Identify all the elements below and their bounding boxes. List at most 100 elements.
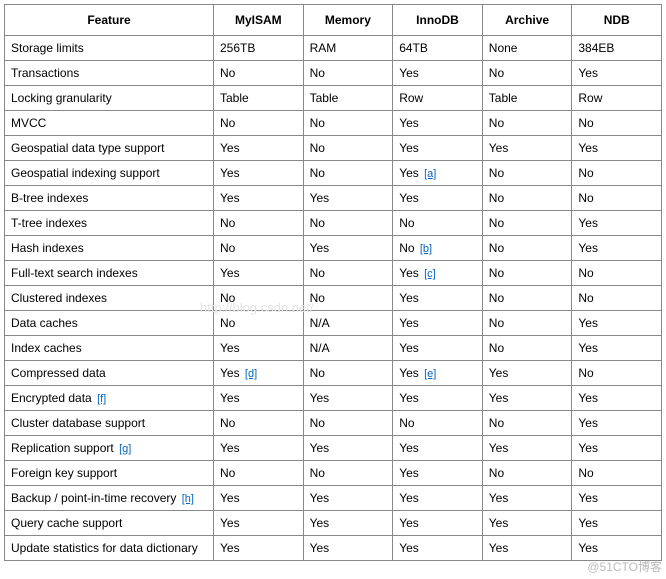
footnote-link[interactable]: [g] xyxy=(119,443,131,455)
cell-value: No xyxy=(578,466,593,480)
cell-value: Yes xyxy=(220,166,240,180)
footnote-link[interactable]: [a] xyxy=(424,168,436,180)
cell-value: Row xyxy=(578,91,602,105)
value-cell: No xyxy=(482,211,572,236)
table-row: Index cachesYesN/AYesNoYes xyxy=(5,336,662,361)
cell-value: Yes xyxy=(310,191,330,205)
value-cell: No xyxy=(303,211,393,236)
cell-value: Table xyxy=(220,91,249,105)
table-row: Hash indexesNoYesNo [b]NoYes xyxy=(5,236,662,261)
col-feature: Feature xyxy=(5,5,214,36)
feature-cell: Data caches xyxy=(5,311,214,336)
table-row: Update statistics for data dictionary Yes… xyxy=(5,536,662,561)
value-cell: Yes xyxy=(393,386,483,411)
cell-value: No xyxy=(578,116,593,130)
cell-value: Yes xyxy=(578,141,598,155)
value-cell: No xyxy=(303,286,393,311)
value-cell: Yes xyxy=(393,486,483,511)
value-cell: No xyxy=(303,136,393,161)
cell-value: 384EB xyxy=(578,41,614,55)
feature-label: Encrypted data xyxy=(11,391,92,405)
value-cell: No xyxy=(482,411,572,436)
feature-label: Update statistics for data dictionary xyxy=(11,541,198,555)
table-row: Foreign key supportNoNoYesNoNo xyxy=(5,461,662,486)
cell-value: No xyxy=(489,341,504,355)
table-row: Compressed dataYes [d]NoYes [e]YesNo xyxy=(5,361,662,386)
cell-value: Yes xyxy=(310,441,330,455)
feature-cell: Geospatial data type support xyxy=(5,136,214,161)
cell-value: Yes xyxy=(399,391,419,405)
cell-value: None xyxy=(489,41,518,55)
feature-cell: Index caches xyxy=(5,336,214,361)
cell-value: No xyxy=(310,66,325,80)
cell-value: Yes xyxy=(489,441,509,455)
value-cell: Yes xyxy=(214,436,304,461)
cell-value: Yes xyxy=(489,541,509,555)
feature-label: Query cache support xyxy=(11,516,122,530)
value-cell: Table xyxy=(214,86,304,111)
value-cell: Yes xyxy=(572,536,662,561)
footnote-link[interactable]: [d] xyxy=(245,368,257,380)
cell-value: No xyxy=(310,466,325,480)
feature-cell: Storage limits xyxy=(5,36,214,61)
col-archive: Archive xyxy=(482,5,572,36)
feature-label: Index caches xyxy=(11,341,82,355)
cell-value: No xyxy=(399,216,414,230)
value-cell: No xyxy=(214,61,304,86)
footnote-link[interactable]: [b] xyxy=(420,243,432,255)
value-cell: Yes xyxy=(572,236,662,261)
feature-label: Clustered indexes xyxy=(11,291,107,305)
value-cell: No xyxy=(214,411,304,436)
footnote-link[interactable]: [h] xyxy=(182,493,194,505)
value-cell: 64TB xyxy=(393,36,483,61)
cell-value: Yes xyxy=(220,441,240,455)
cell-value: Yes xyxy=(489,491,509,505)
value-cell: No xyxy=(482,111,572,136)
value-cell: Yes xyxy=(393,111,483,136)
value-cell: Yes [c] xyxy=(393,261,483,286)
value-cell: Row xyxy=(393,86,483,111)
value-cell: No xyxy=(214,311,304,336)
value-cell: Yes xyxy=(303,486,393,511)
value-cell: Yes xyxy=(214,536,304,561)
cell-value: Yes xyxy=(489,366,509,380)
feature-cell: Encrypted data [f] xyxy=(5,386,214,411)
feature-label: Compressed data xyxy=(11,366,106,380)
feature-cell: Clustered indexes xyxy=(5,286,214,311)
table-row: Query cache supportYesYesYesYesYes xyxy=(5,511,662,536)
cell-value: No xyxy=(310,216,325,230)
value-cell: Yes xyxy=(482,436,572,461)
footnote-link[interactable]: [f] xyxy=(97,393,106,405)
cell-value: 256TB xyxy=(220,41,255,55)
cell-value: No xyxy=(489,116,504,130)
cell-value: Row xyxy=(399,91,423,105)
cell-value: Yes xyxy=(578,541,598,555)
feature-cell: Geospatial indexing support xyxy=(5,161,214,186)
value-cell: None xyxy=(482,36,572,61)
cell-value: No xyxy=(578,166,593,180)
cell-value: Yes xyxy=(220,141,240,155)
table-row: B-tree indexesYesYesYesNoNo xyxy=(5,186,662,211)
footnote-link[interactable]: [c] xyxy=(424,268,436,280)
footnote-link[interactable]: [e] xyxy=(424,368,436,380)
value-cell: Yes xyxy=(572,511,662,536)
cell-value: No xyxy=(489,191,504,205)
value-cell: No xyxy=(482,161,572,186)
feature-label: MVCC xyxy=(11,116,46,130)
cell-value: Yes xyxy=(578,316,598,330)
value-cell: Yes xyxy=(482,136,572,161)
cell-value: Yes xyxy=(578,341,598,355)
value-cell: No xyxy=(214,461,304,486)
cell-value: No xyxy=(220,466,235,480)
cell-value: Yes xyxy=(578,216,598,230)
table-row: Backup / point-in-time recovery [h]YesYe… xyxy=(5,486,662,511)
value-cell: Yes xyxy=(393,311,483,336)
cell-value: No xyxy=(489,416,504,430)
value-cell: Yes xyxy=(393,286,483,311)
value-cell: No xyxy=(572,461,662,486)
table-row: MVCCNoNoYesNoNo xyxy=(5,111,662,136)
value-cell: Row xyxy=(572,86,662,111)
value-cell: Yes xyxy=(572,486,662,511)
value-cell: Yes xyxy=(482,361,572,386)
cell-value: No xyxy=(220,416,235,430)
